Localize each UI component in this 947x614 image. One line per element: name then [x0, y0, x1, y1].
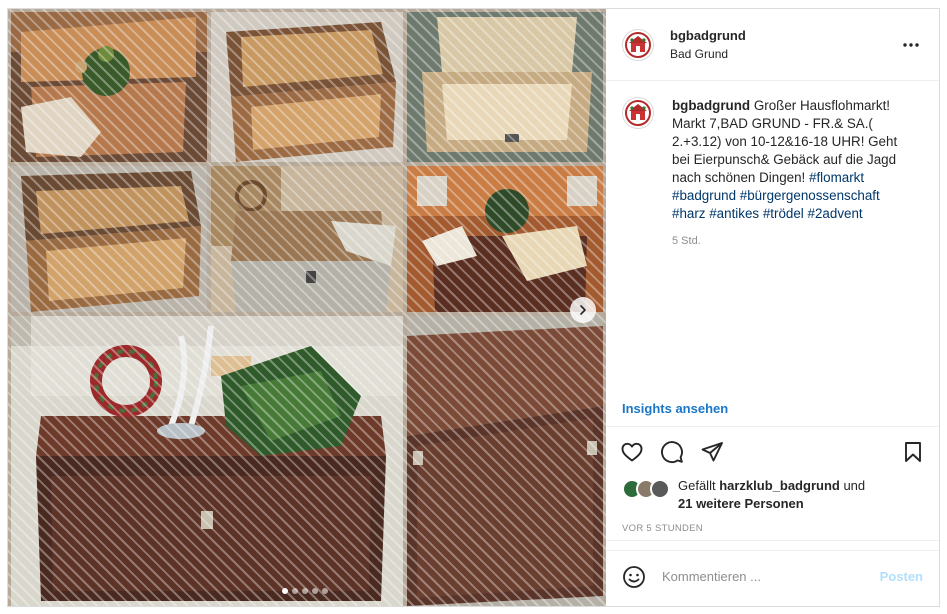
photo-chest-closeup [407, 316, 603, 606]
chevron-right-icon [580, 305, 586, 315]
others-likes-link[interactable]: 21 weitere Personen [678, 496, 804, 511]
post-side-panel: bgbadgrund Bad Grund bgbadgrund Großer H… [606, 9, 939, 606]
photo-open-empty-chest [407, 12, 603, 162]
hashtag-link[interactable]: #harz [672, 206, 706, 221]
carousel-dot [302, 588, 308, 594]
header-location[interactable]: Bad Grund [670, 47, 746, 61]
profile-avatar[interactable] [622, 28, 654, 61]
carousel-dot-active [282, 588, 288, 594]
photo-chest-closed [211, 12, 403, 162]
insights-row: Insights ansehen [606, 391, 939, 427]
action-bar [606, 427, 939, 477]
likes-section: Gefällt harzklub_badgrund und 21 weitere… [606, 477, 939, 517]
carousel-dot [312, 588, 318, 594]
hashtag-link[interactable]: #antikes [709, 206, 759, 221]
hashtag-link[interactable]: #bürgergenossenschaft [740, 188, 880, 203]
caption-text-block: bgbadgrund Großer Hausflohmarkt! Markt 7… [672, 97, 912, 223]
more-horizontal-icon [903, 43, 919, 47]
insights-link[interactable]: Insights ansehen [622, 401, 728, 416]
liker-avatars [622, 479, 670, 499]
liker-username[interactable]: harzklub_badgrund [719, 478, 840, 493]
more-options-button[interactable] [901, 35, 921, 55]
hashtag-link[interactable]: #trödel [763, 206, 804, 221]
emoji-icon[interactable] [622, 565, 646, 589]
photo-grey-chest [211, 166, 403, 312]
post-comment-button[interactable]: Posten [880, 569, 923, 584]
comment-icon[interactable] [660, 440, 684, 464]
paper-plane-icon[interactable] [700, 440, 724, 464]
caption-age[interactable]: 5 Std. [672, 235, 912, 247]
header-username[interactable]: bgbadgrund [670, 28, 746, 43]
photo-chest-with-branches [407, 166, 603, 312]
caption-username[interactable]: bgbadgrund [672, 98, 750, 113]
instagram-post: bgbadgrund Bad Grund bgbadgrund Großer H… [7, 8, 940, 607]
post-timestamp[interactable]: VOR 5 STUNDEN [606, 517, 939, 541]
bookmark-icon[interactable] [901, 440, 925, 464]
carousel-next-button[interactable] [570, 297, 596, 323]
heart-icon[interactable] [620, 440, 644, 464]
likes-prefix: Gefällt [678, 478, 716, 493]
hashtag-link[interactable]: #flomarkt [809, 170, 864, 185]
photo-open-chest-wreath [11, 12, 207, 162]
comment-bar: Posten [606, 550, 939, 602]
carousel-indicator [282, 588, 328, 594]
carousel-dot [322, 588, 328, 594]
bg-logo-icon [625, 31, 651, 58]
post-media-collage[interactable] [8, 9, 606, 606]
hashtag-link[interactable]: #2advent [808, 206, 863, 221]
photo-dark-chest-wreath [11, 316, 403, 606]
bg-logo-icon [625, 100, 651, 126]
photo-wooden-chest [11, 166, 207, 312]
post-header: bgbadgrund Bad Grund [606, 9, 939, 81]
caption-section: bgbadgrund Großer Hausflohmarkt! Markt 7… [606, 81, 939, 391]
caption-avatar[interactable] [622, 97, 654, 129]
liker-avatar[interactable] [650, 479, 670, 499]
comment-input[interactable] [662, 569, 880, 584]
likes-text: Gefällt harzklub_badgrund und 21 weitere… [678, 477, 865, 513]
carousel-dot [292, 588, 298, 594]
likes-connector: und [843, 478, 866, 493]
hashtag-link[interactable]: #badgrund [672, 188, 736, 203]
